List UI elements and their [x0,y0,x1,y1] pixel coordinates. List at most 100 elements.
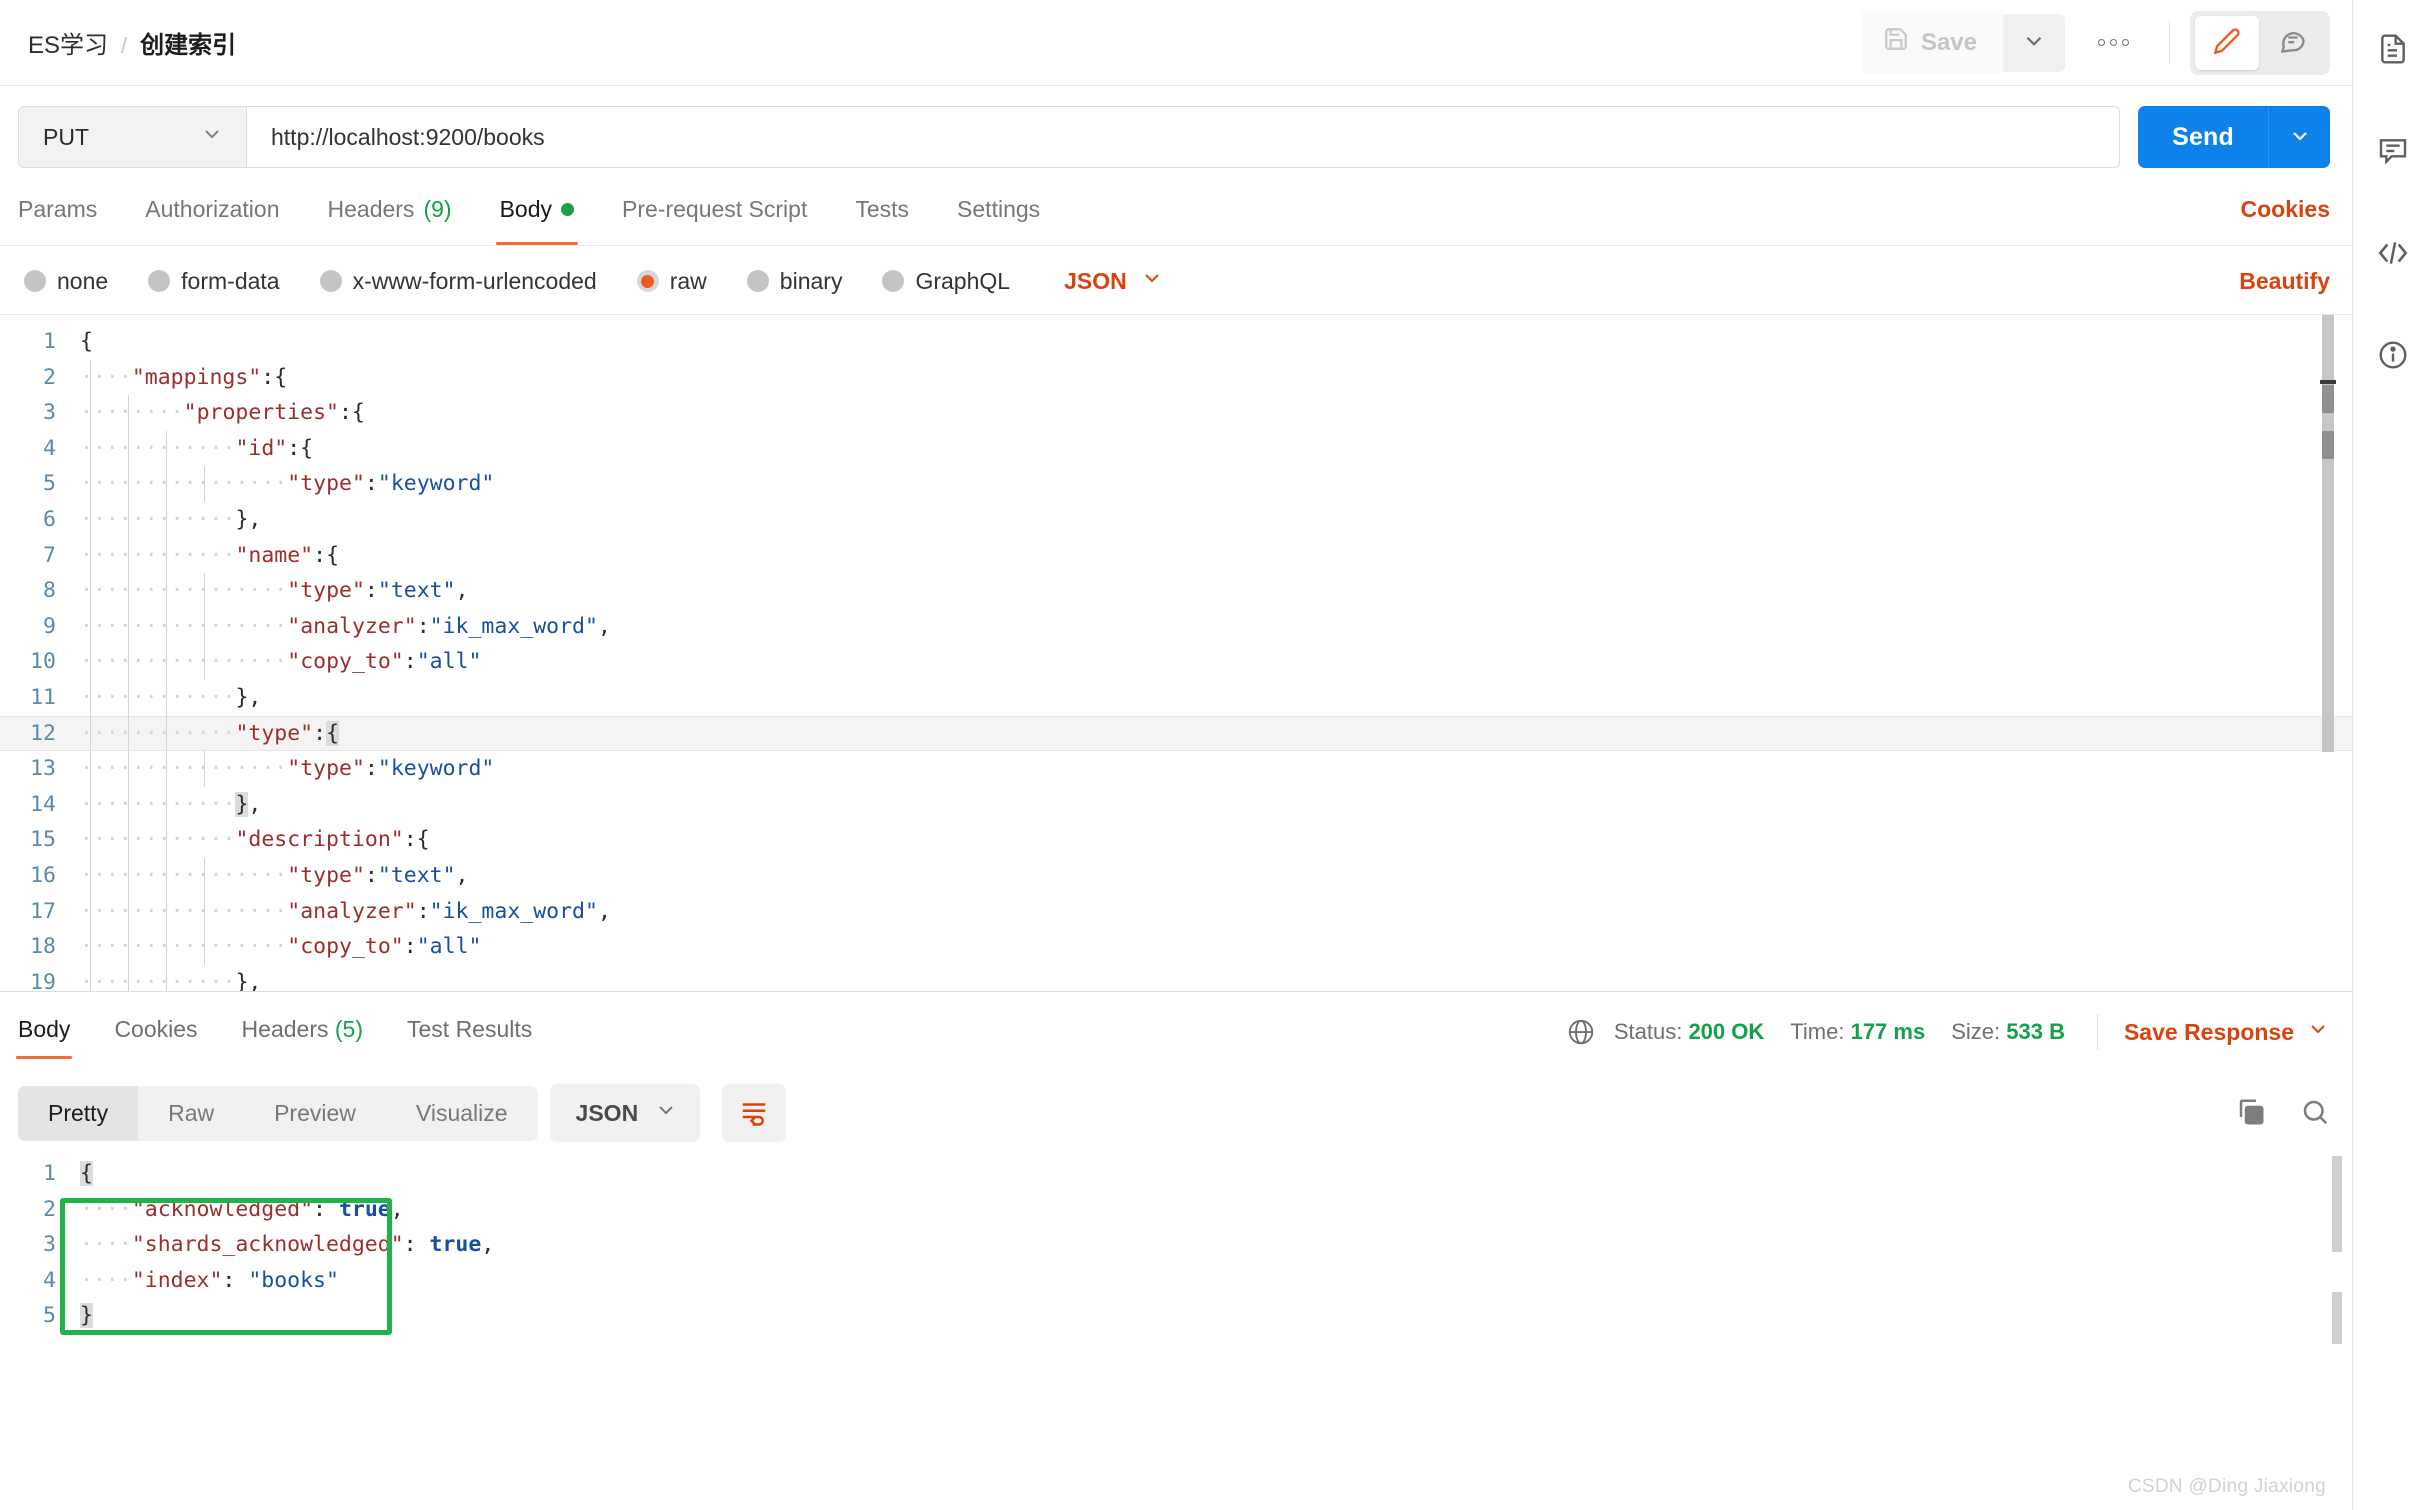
code-line[interactable]: 5 ················"type":"keyword" [0,466,2352,502]
tab-tests[interactable]: Tests [855,186,909,245]
code-text: { [80,329,93,354]
copy-response-button[interactable] [2236,1097,2266,1130]
request-body-editor[interactable]: 1{2 ····"mappings":{3 ········"properties"… [0,314,2352,992]
size-label: Size: 533 B [1951,1019,2065,1044]
code-line[interactable]: 10 ················"copy_to":"all" [0,644,2352,680]
code-line[interactable]: 7 ············"name":{ [0,537,2352,574]
code-line[interactable]: 15 ············"description":{ [0,822,2352,858]
code-line[interactable]: 16 ················"type":"text", [0,857,2352,894]
save-button[interactable]: Save [1860,11,2003,74]
code-line[interactable]: 5} [0,1298,2352,1334]
main-column: ES学习 / 创建索引 Save PUT http://localhost:92… [0,0,2352,1510]
code-text: ················"copy_to":"all" [74,644,481,680]
body-format-select[interactable]: JSON [1064,266,1164,296]
response-body-code[interactable]: 1{2 ····"acknowledged": true, 3 ····"shards… [0,1142,2352,1334]
code-line[interactable]: 2 ····"acknowledged": true, [0,1192,2352,1228]
info-button[interactable] [2365,328,2421,384]
tab-count: (9) [423,196,452,222]
response-body-panel[interactable]: 1{2 ····"acknowledged": true, 3 ····"shards… [0,1142,2352,1510]
code-line[interactable]: 1{ [0,1156,2352,1192]
request-body-code[interactable]: 1{2 ····"mappings":{3 ········"properties"… [0,315,2352,991]
time-label: Time: 177 ms [1790,1019,1926,1044]
line-number: 3 [43,1232,56,1258]
send-button[interactable]: Send [2138,106,2268,168]
method-url-group: PUT [18,106,2121,168]
more-actions-button[interactable] [2077,14,2149,72]
response-tab-test-results[interactable]: Test Results [407,1016,532,1059]
code-line[interactable]: 2 ····"mappings":{ [0,359,2352,396]
code-line[interactable]: 1{ [0,324,2352,360]
beautify-link[interactable]: Beautify [2239,268,2330,295]
copy-icon [2236,1097,2266,1130]
tab-body[interactable]: Body [495,186,579,245]
code-line[interactable]: 19 ············}, [0,964,2352,991]
tab-headers[interactable]: Headers (9) [328,186,452,245]
code-line[interactable]: 4 ············"id":{ [0,430,2352,467]
send-options-button[interactable] [2268,106,2330,168]
line-number: 3 [43,400,56,426]
view-pretty-button[interactable]: Pretty [18,1085,139,1141]
code-line[interactable]: 4 ····"index": "books" [0,1263,2352,1299]
code-line[interactable]: 14 ············}, [0,786,2352,823]
info-icon [2377,339,2409,374]
code-text: ····"index": "books" [80,1267,339,1293]
response-scrollbar-thumb[interactable] [2332,1156,2342,1252]
request-url-input[interactable] [247,107,2120,167]
response-meta: Status: 200 OK Time: 177 ms Size: 533 B … [1566,1014,2330,1060]
top-bar-actions: Save [1860,10,2330,75]
view-raw-button[interactable]: Raw [138,1086,244,1141]
breadcrumb-root[interactable]: ES学习 [28,25,108,60]
cookies-link[interactable]: Cookies [2241,196,2330,235]
breadcrumb-leaf[interactable]: 创建索引 [140,25,236,60]
editor-scrollbar[interactable] [2320,315,2344,991]
comment-mode-button[interactable] [2261,16,2325,70]
scrollbar-marker [2322,385,2334,413]
response-format-select[interactable]: JSON [549,1084,701,1142]
body-type-form-data[interactable]: form-data [148,267,280,295]
code-line[interactable]: 6 ············}, [0,501,2352,538]
code-line[interactable]: 3 ········"properties":{ [0,395,2352,431]
response-scrollbar-thumb-2[interactable] [2332,1292,2342,1344]
documentation-button[interactable] [2365,22,2421,78]
tab-params[interactable]: Params [18,186,97,245]
body-type-label: form-data [181,267,280,294]
code-line[interactable]: 13 ················"type":"keyword" [0,751,2352,787]
code-text: ················"copy_to":"all" [74,929,481,965]
body-type-graphql[interactable]: GraphQL [882,268,1010,295]
word-wrap-button[interactable] [722,1084,787,1142]
code-text: ····"mappings":{ [74,359,287,396]
line-number: 14 [30,791,56,817]
view-preview-button[interactable]: Preview [244,1086,386,1141]
body-type-raw[interactable]: raw [636,268,707,295]
code-snippet-button[interactable] [2365,226,2421,282]
code-line[interactable]: 18 ················"copy_to":"all" [0,929,2352,965]
response-tab-cookies[interactable]: Cookies [114,1016,197,1059]
tab-count: (5) [334,1015,363,1042]
chevron-down-icon [2021,28,2047,57]
search-response-button[interactable] [2300,1097,2330,1130]
code-text: ············"type":{ [74,715,340,752]
floppy-disk-icon [1883,26,1909,59]
tab-authorization[interactable]: Authorization [145,186,279,245]
view-visualize-button[interactable]: Visualize [386,1086,538,1141]
code-line[interactable]: 9 ················"analyzer":"ik_max_word… [0,608,2352,645]
response-tab-body[interactable]: Body [15,1016,73,1059]
body-type-none[interactable]: none [24,268,108,295]
comments-button[interactable] [2365,124,2421,180]
code-line[interactable]: 12 ············"type":{ [0,715,2352,752]
code-line[interactable]: 8 ················"type":"text", [0,573,2352,609]
code-line[interactable]: 11 ············}, [0,679,2352,716]
body-type-urlencoded[interactable]: x-www-form-urlencoded [319,268,597,295]
code-icon [2376,236,2410,273]
code-line[interactable]: 3 ····"shards_acknowledged": true, [0,1227,2352,1263]
body-type-binary[interactable]: binary [746,268,842,295]
tab-label: Pre-request Script [622,196,808,222]
save-response-button[interactable]: Save Response [2124,1017,2330,1047]
response-tab-headers[interactable]: Headers (5) [242,1016,363,1059]
tab-settings[interactable]: Settings [957,186,1040,245]
code-line[interactable]: 17 ················"analyzer":"ik_max_wor… [0,893,2352,930]
save-options-button[interactable] [2003,13,2065,72]
tab-pre-request-script[interactable]: Pre-request Script [622,186,807,245]
http-method-select[interactable]: PUT [19,107,247,167]
edit-mode-button[interactable] [2195,15,2259,70]
